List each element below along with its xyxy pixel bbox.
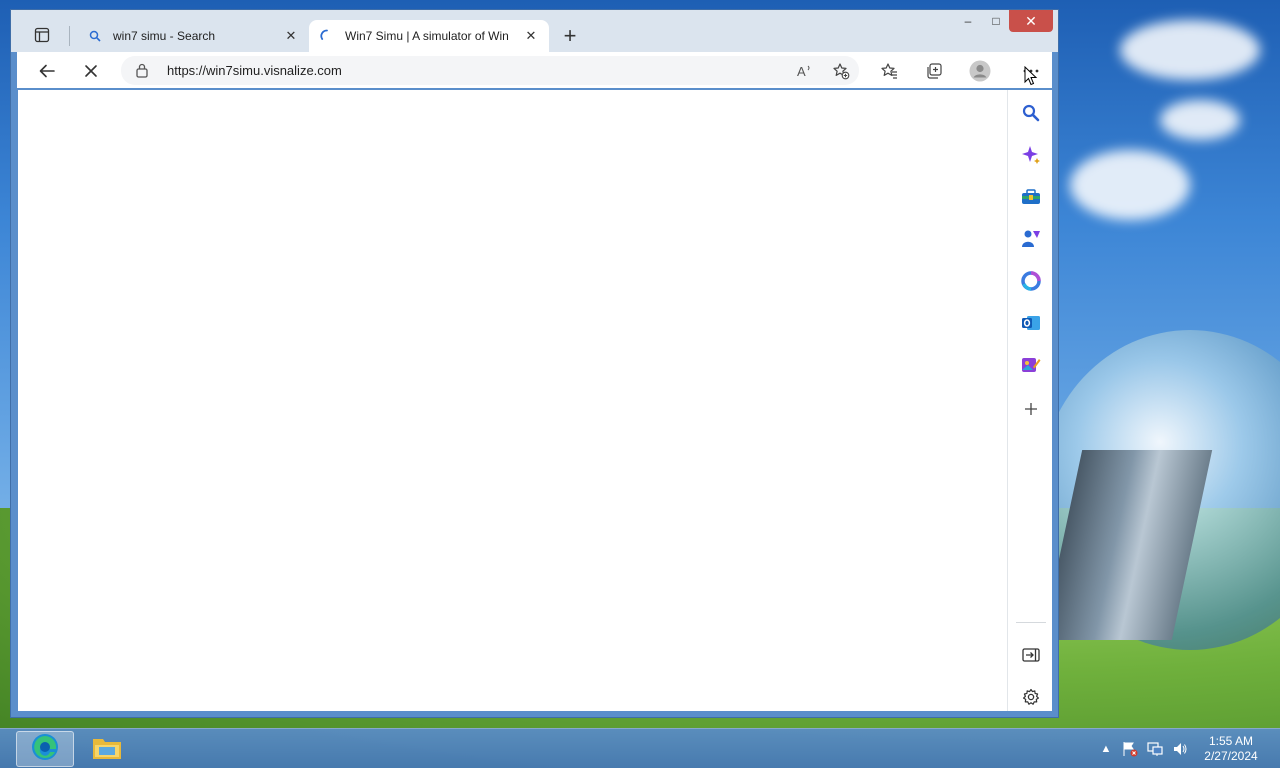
address-bar[interactable]: https://win7simu.visnalize.com A <box>121 56 859 85</box>
wallpaper-cloud <box>1160 100 1240 140</box>
file-explorer-taskbar-button[interactable] <box>78 731 136 767</box>
tab-close-icon[interactable]: ✕ <box>283 28 299 44</box>
stop-loading-button[interactable] <box>77 57 105 85</box>
system-clock[interactable]: 1:55 AM 2/27/2024 <box>1196 734 1266 764</box>
games-icon[interactable] <box>1020 228 1042 250</box>
search-icon[interactable] <box>1020 102 1042 124</box>
favorites-icon[interactable] <box>875 57 903 85</box>
taskbar: ▲ 1:55 AM 2/27/2024 <box>0 728 1280 768</box>
maximize-button[interactable]: □ <box>985 10 1007 32</box>
file-explorer-icon <box>91 733 123 766</box>
tab-win7simu[interactable]: Win7 Simu | A simulator of Win ✕ <box>309 20 549 52</box>
back-button[interactable] <box>33 57 61 85</box>
network-icon[interactable] <box>1145 739 1165 759</box>
tab-close-icon[interactable]: ✕ <box>523 28 539 44</box>
clock-time: 1:55 AM <box>1208 734 1254 748</box>
tab-strip: win7 simu - Search ✕ Win7 Simu | A simul… <box>11 10 1058 52</box>
show-hidden-icons-icon[interactable]: ▲ <box>1100 739 1112 759</box>
browser-window: win7 simu - Search ✕ Win7 Simu | A simul… <box>10 9 1059 718</box>
url-text[interactable]: https://win7simu.visnalize.com <box>167 63 342 78</box>
outlook-icon[interactable] <box>1020 312 1042 334</box>
add-icon[interactable] <box>1020 398 1042 420</box>
office-icon[interactable] <box>1020 270 1042 292</box>
read-aloud-icon[interactable]: A <box>795 61 815 81</box>
tab-separator <box>69 26 70 46</box>
edge-sidebar <box>1007 90 1052 711</box>
edge-icon <box>30 732 60 767</box>
tools-icon[interactable] <box>1020 186 1042 208</box>
wallpaper-cloud <box>1120 20 1260 80</box>
svg-text:A: A <box>797 64 806 79</box>
profile-avatar[interactable] <box>966 57 994 85</box>
tab-search[interactable]: win7 simu - Search ✕ <box>77 20 309 52</box>
mouse-cursor-icon <box>1024 65 1038 86</box>
copilot-icon[interactable] <box>1020 144 1042 166</box>
tab-title: Win7 Simu | A simulator of Win <box>345 29 509 43</box>
wallpaper-cloud <box>1070 150 1190 220</box>
add-favorite-icon[interactable] <box>831 61 851 81</box>
loading-spinner-icon <box>319 28 335 44</box>
lock-icon[interactable] <box>135 62 151 80</box>
action-center-flag-icon[interactable] <box>1120 739 1140 759</box>
collections-icon[interactable] <box>920 57 948 85</box>
minimize-button[interactable]: – <box>957 10 979 32</box>
navigation-toolbar: https://win7simu.visnalize.com A <box>17 52 1052 88</box>
tab-title: win7 simu - Search <box>113 29 216 43</box>
tab-actions-icon[interactable] <box>29 24 55 46</box>
edge-taskbar-button[interactable] <box>16 731 74 767</box>
clock-date: 2/27/2024 <box>1204 749 1258 763</box>
close-window-button[interactable]: ✕ <box>1009 10 1053 32</box>
sidebar-divider <box>1016 622 1046 623</box>
volume-icon[interactable] <box>1170 739 1190 759</box>
settings-icon[interactable] <box>1020 686 1042 708</box>
page-content[interactable] <box>18 90 1007 711</box>
search-icon <box>87 28 103 44</box>
designer-icon[interactable] <box>1020 354 1042 376</box>
new-tab-button[interactable]: + <box>559 25 581 47</box>
hide-sidebar-icon[interactable] <box>1020 644 1042 666</box>
